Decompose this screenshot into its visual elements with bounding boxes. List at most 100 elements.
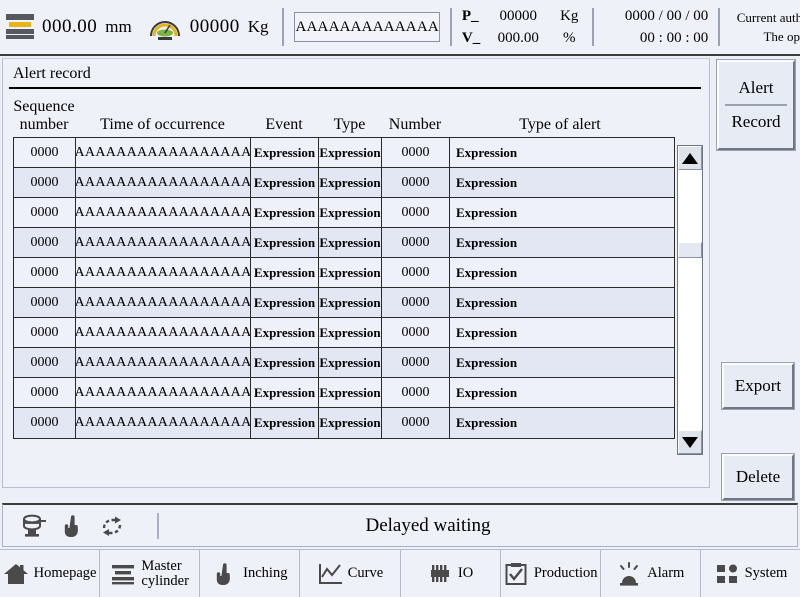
nav-item-production[interactable]: Production [501, 550, 601, 597]
cell-number: 0000 [382, 288, 450, 317]
alarm-siren-icon [616, 561, 642, 587]
cell-event: Expression [251, 258, 319, 287]
cell-type: Expression [319, 288, 382, 317]
cylinder-icon [110, 561, 136, 587]
cell-type: Expression [319, 198, 382, 227]
hand-icon[interactable] [61, 514, 85, 538]
table-row[interactable]: 0000 AAAAAAAAAAAAAAAAA Expression Expressio… [14, 228, 674, 258]
table-row[interactable]: 0000 AAAAAAAAAAAAAAAAA Expression Expressio… [14, 348, 674, 378]
cell-seq: 0000 [14, 348, 76, 377]
scrollbar-thumb[interactable] [678, 242, 702, 258]
table-row[interactable]: 0000 AAAAAAAAAAAAAAAAA Expression Expressio… [14, 378, 674, 408]
status-icon-group [3, 512, 159, 539]
cell-time: AAAAAAAAAAAAAAAAA [76, 408, 251, 438]
cell-event: Expression [251, 288, 319, 317]
velocity-value: 000.00 [497, 30, 539, 46]
cell-number: 0000 [382, 348, 450, 377]
cell-seq: 0000 [14, 198, 76, 227]
cell-event: Expression [251, 408, 319, 438]
nav-item-homepage[interactable]: Homepage [0, 550, 101, 597]
press-mold-icon [6, 14, 34, 40]
cell-event: Expression [251, 228, 319, 257]
nav-item-master-cylinder[interactable]: Master cylinder [100, 550, 201, 597]
table-row[interactable]: 0000 AAAAAAAAAAAAAAAAA Expression Expressio… [14, 288, 674, 318]
cell-alert: Expression [456, 264, 518, 280]
scroll-down-button[interactable] [678, 430, 702, 454]
weight-unit: Kg [247, 17, 269, 36]
nav-item-inching[interactable]: Inching [200, 550, 301, 597]
cell-alert: Expression [456, 354, 518, 370]
table-row[interactable]: 0000 AAAAAAAAAAAAAAAAA Expression Expressio… [14, 408, 674, 438]
cell-time: AAAAAAAAAAAAAAAAA [76, 288, 251, 317]
main-body: Alert record Sequence number Time of occ… [0, 56, 800, 597]
cell-alert: Expression [456, 294, 518, 310]
header-divider-2 [449, 8, 452, 46]
nav-item-label: IO [457, 565, 474, 581]
side-button-panel: Alert Record Export Delete [712, 56, 800, 501]
io-chip-icon [427, 561, 453, 587]
pressure-label: P_ [461, 8, 479, 24]
cell-event: Expression [251, 348, 319, 377]
nav-item-alarm[interactable]: Alarm [601, 550, 701, 597]
cycle-icon[interactable] [99, 514, 125, 538]
cell-alert: Expression [456, 415, 518, 430]
cell-number: 0000 [382, 408, 450, 438]
table-row[interactable]: 0000 AAAAAAAAAAAAAAAAA Expression Expressio… [14, 318, 674, 348]
pressure-velocity-readout: P_ 00000 Kg V_ 000.00 % [462, 5, 582, 49]
nav-item-label: System [744, 565, 788, 581]
gauge-icon [148, 13, 182, 41]
column-header-event: Event [265, 116, 303, 133]
cell-number: 0000 [382, 198, 450, 227]
cell-event: Expression [251, 138, 319, 167]
table-row[interactable]: 0000 AAAAAAAAAAAAAAAAA Expression Expressio… [14, 198, 674, 228]
cell-alert: Expression [456, 144, 518, 160]
home-icon [3, 561, 29, 587]
cell-event: Expression [251, 318, 319, 347]
cell-time: AAAAAAAAAAAAAAAAA [76, 378, 251, 407]
column-header-alert: Type of alert [519, 116, 601, 133]
export-button[interactable]: Export [721, 362, 795, 410]
mold-name-field[interactable]: AAAAAAAAAAAAA [294, 12, 440, 42]
press-icon[interactable] [21, 514, 47, 538]
nav-item-io[interactable]: IO [401, 550, 501, 597]
position-readout: 000.00 mm [6, 0, 136, 54]
nav-item-system[interactable]: System [701, 550, 800, 597]
page-title: Alert record [13, 65, 91, 82]
table-row[interactable]: 0000 AAAAAAAAAAAAAAAAA Expression Expressio… [14, 168, 674, 198]
cell-seq: 0000 [14, 168, 76, 197]
nav-item-curve[interactable]: Curve [300, 550, 401, 597]
bottom-nav-bar: Homepage Master cylinder Inching Curve IO Pro… [0, 549, 800, 597]
authority-display: Current authority: The operator [730, 8, 800, 46]
cell-number: 0000 [382, 228, 450, 257]
cell-number: 0000 [382, 138, 450, 167]
table-scrollbar[interactable] [677, 145, 703, 455]
grid-icon [714, 561, 740, 587]
table-row[interactable]: 0000 AAAAAAAAAAAAAAAAA Expression Expressio… [14, 138, 674, 168]
authority-label: Current authority: [736, 10, 800, 25]
cell-event: Expression [251, 168, 319, 197]
status-text: Delayed waiting [365, 514, 491, 536]
cell-time: AAAAAAAAAAAAAAAAA [76, 348, 251, 377]
nav-item-label: Master cylinder [141, 557, 189, 589]
delete-button[interactable]: Delete [721, 453, 795, 501]
table-row[interactable]: 0000 AAAAAAAAAAAAAAAAA Expression Expressio… [14, 258, 674, 288]
nav-item-label: Alarm [647, 565, 685, 581]
column-header-time: Time of occurrence [100, 116, 225, 133]
cell-time: AAAAAAAAAAAAAAAAA [76, 318, 251, 347]
scroll-up-button[interactable] [678, 146, 702, 170]
status-bar: Delayed waiting [2, 503, 798, 547]
column-header-type: Type [333, 116, 366, 133]
cell-number: 0000 [382, 168, 450, 197]
hmi-screen: 000.00 mm 00000 Kg AAAAAAAAAAAAA P_ 0000… [0, 0, 800, 597]
cell-time: AAAAAAAAAAAAAAAAA [76, 228, 251, 257]
alert-table: Sequence number Time of occurrence Event… [13, 93, 675, 439]
cell-event: Expression [251, 198, 319, 227]
cell-number: 0000 [382, 318, 450, 347]
cell-alert: Expression [456, 324, 518, 340]
alert-record-button[interactable]: Alert Record [716, 59, 796, 151]
cell-time: AAAAAAAAAAAAAAAAA [76, 258, 251, 287]
cell-type: Expression [319, 258, 382, 287]
cell-number: 0000 [382, 258, 450, 287]
date-value: 0000 / 00 / 00 [624, 8, 709, 24]
title-rule [9, 87, 701, 89]
